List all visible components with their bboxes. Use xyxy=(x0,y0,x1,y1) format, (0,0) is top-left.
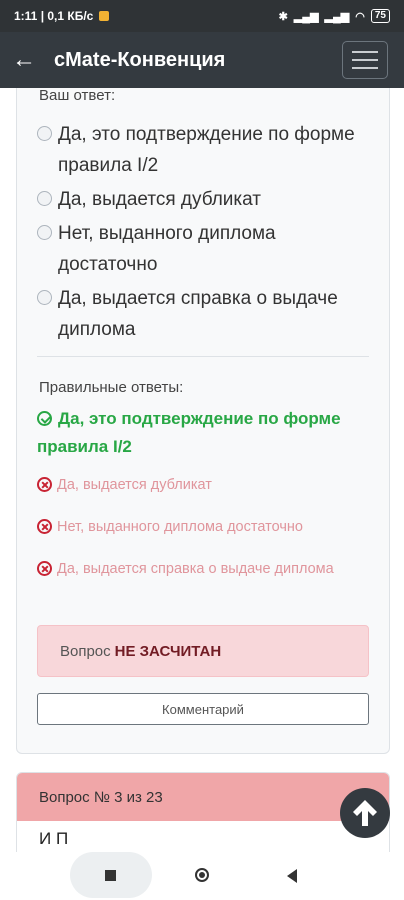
answer-options: Да, это подтверждение по форме правила I… xyxy=(37,119,377,348)
result-prefix: Вопрос xyxy=(60,642,111,660)
menu-line xyxy=(352,59,378,61)
wifi-icon: ◠ xyxy=(355,10,365,23)
x-circle-icon xyxy=(37,477,52,492)
wrong-answer: Нет, выданного диплома достаточно xyxy=(37,519,303,535)
check-circle-icon xyxy=(37,411,52,426)
answer-option-label: Да, выдается дубликат xyxy=(58,189,261,210)
home-icon[interactable] xyxy=(195,868,209,882)
radio-button[interactable] xyxy=(37,191,52,206)
recent-apps-icon[interactable] xyxy=(105,870,116,881)
x-circle-icon xyxy=(37,561,52,576)
battery-icon: 75 xyxy=(370,9,390,23)
hamburger-menu-button[interactable] xyxy=(342,41,388,79)
signal-icon-2: ▂▄▆ xyxy=(324,10,350,23)
content-scroll-area[interactable]: Ваш ответ: Да, это подтверждение по форм… xyxy=(0,88,404,852)
menu-line xyxy=(352,67,378,69)
menu-line xyxy=(352,51,378,53)
scroll-to-top-button[interactable] xyxy=(340,788,390,838)
answer-option-label: Нет, выданного диплома достаточно xyxy=(58,223,276,275)
divider xyxy=(37,356,369,357)
question-card: Ваш ответ: Да, это подтверждение по форм… xyxy=(16,88,390,754)
status-time: 1:11 | 0,1 КБ/с xyxy=(14,9,94,23)
correct-answers-label: Правильные ответы: xyxy=(39,379,184,396)
app-bar: ← cMate-Конвенция xyxy=(0,32,404,88)
answer-option[interactable]: Нет, выданного диплома достаточно xyxy=(37,218,377,280)
answer-option-label: Да, это подтверждение по форме правила I… xyxy=(58,124,355,176)
correct-answer: Да, это подтверждение по форме правила I… xyxy=(37,405,377,461)
next-question-body: И П xyxy=(39,829,69,848)
radio-button[interactable] xyxy=(37,290,52,305)
result-status: НЕ ЗАСЧИТАН xyxy=(114,642,222,660)
answer-option-label: Да, выдается справка о выдаче диплома xyxy=(58,288,338,340)
answer-option[interactable]: Да, выдается справка о выдаче диплома xyxy=(37,283,377,345)
back-arrow-icon[interactable]: ← xyxy=(0,32,48,88)
next-question-header: Вопрос № 3 из 23 xyxy=(17,773,389,821)
notification-badge-icon xyxy=(99,11,110,21)
arrow-up-icon xyxy=(353,800,377,826)
result-alert: Вопрос НЕ ЗАСЧИТАН xyxy=(37,625,369,677)
bluetooth-icon: ✱ xyxy=(278,10,288,23)
wrong-answer: Да, выдается справка о выдаче диплома xyxy=(37,561,334,577)
answer-option[interactable]: Да, выдается дубликат xyxy=(37,184,377,215)
wrong-answer-text: Да, выдается дубликат xyxy=(57,477,212,493)
radio-button[interactable] xyxy=(37,225,52,240)
next-question-card: Вопрос № 3 из 23 И П xyxy=(16,772,390,852)
x-circle-icon xyxy=(37,519,52,534)
nav-back-icon[interactable] xyxy=(287,869,297,883)
app-title: cMate-Конвенция xyxy=(54,48,226,71)
wrong-answer-text: Нет, выданного диплома достаточно xyxy=(57,519,303,535)
signal-icon: ▂▄▆ xyxy=(293,10,319,23)
status-bar: 1:11 | 0,1 КБ/с ✱ ▂▄▆ ▂▄▆ ◠ 75 xyxy=(0,0,404,32)
comment-button[interactable]: Комментарий xyxy=(37,693,369,725)
system-nav-bar xyxy=(0,852,404,900)
wrong-answer-text: Да, выдается справка о выдаче диплома xyxy=(57,561,334,577)
radio-button[interactable] xyxy=(37,126,52,141)
answer-option[interactable]: Да, это подтверждение по форме правила I… xyxy=(37,119,377,181)
your-answer-label: Ваш ответ: xyxy=(39,88,116,104)
wrong-answer: Да, выдается дубликат xyxy=(37,477,212,493)
correct-answer-text: Да, это подтверждение по форме правила I… xyxy=(37,409,341,456)
